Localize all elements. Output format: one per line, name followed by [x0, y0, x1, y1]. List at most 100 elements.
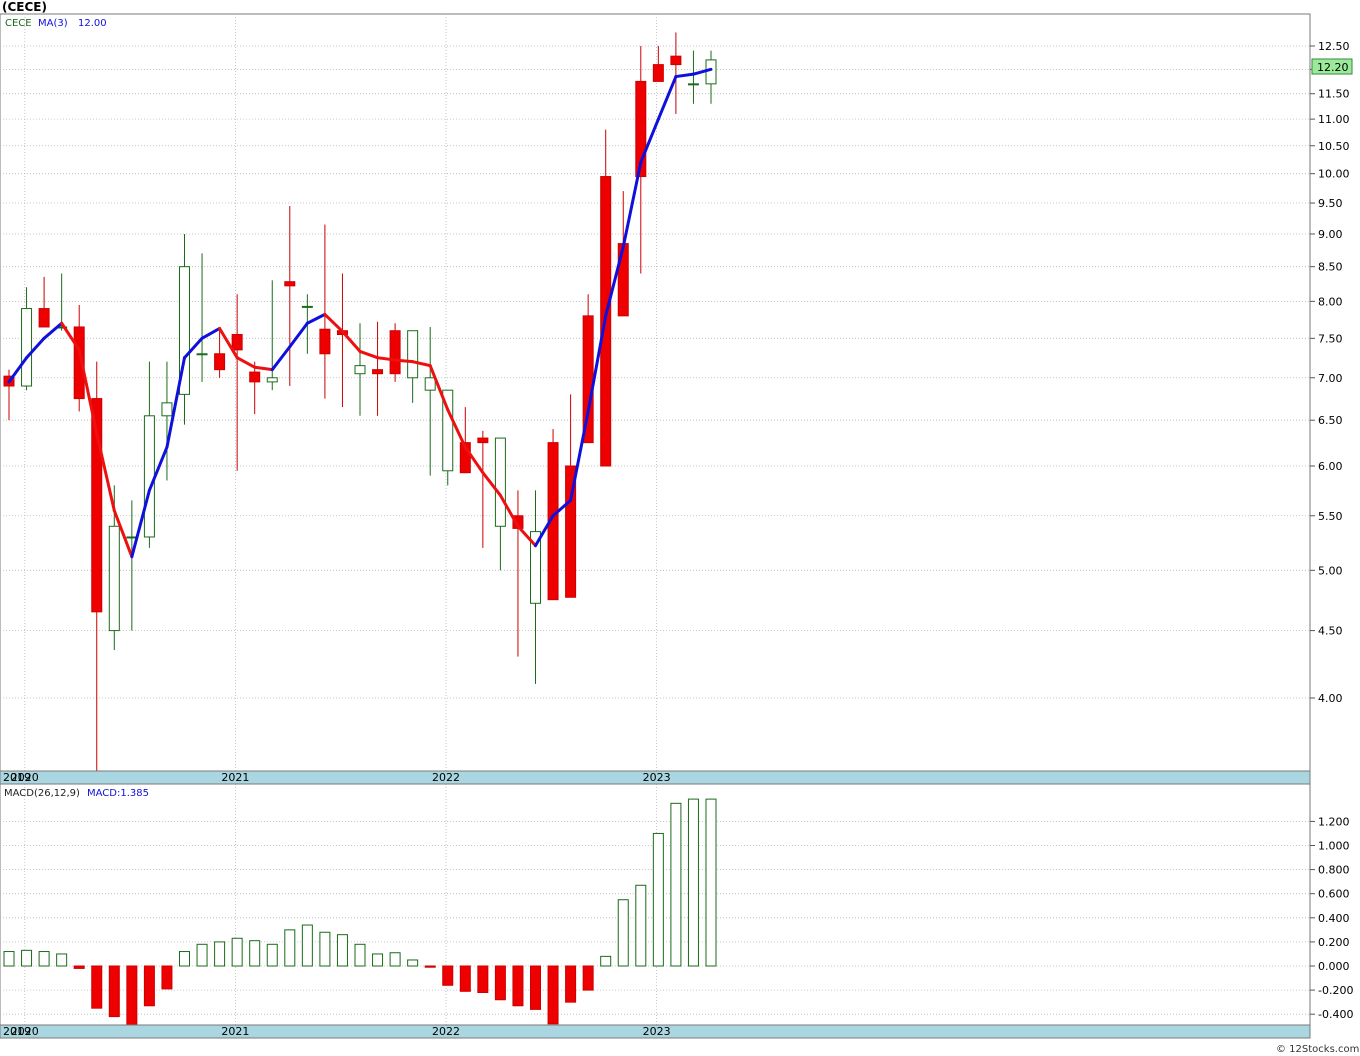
year-label: 2023: [643, 1025, 671, 1038]
watermark: © 12Stocks.com: [1276, 1044, 1359, 1055]
year-label: 2020: [11, 771, 39, 784]
candle-body: [670, 55, 682, 66]
price-tick-label: 11.00: [1318, 113, 1350, 126]
macd-tick-label: -0.200: [1318, 984, 1353, 997]
price-tick-label: 11.50: [1318, 88, 1350, 101]
macd-bar: [73, 965, 85, 969]
candle-body: [424, 377, 436, 391]
year-label: 2023: [643, 771, 671, 784]
candle-body: [266, 377, 278, 383]
candle-body: [372, 369, 384, 375]
legend-symbol: CECE: [5, 18, 32, 29]
candle-body: [494, 437, 506, 527]
candle-body: [38, 308, 50, 328]
candle-body: [231, 333, 243, 351]
candle-body: [21, 308, 33, 387]
macd-tick-label: 1.200: [1318, 815, 1350, 828]
price-tick-label: 12.50: [1318, 40, 1350, 53]
candle-body: [477, 437, 489, 444]
price-tick-label: 7.00: [1318, 372, 1343, 385]
price-tick-label: 8.50: [1318, 261, 1343, 274]
macd-tick-label: 0.200: [1318, 936, 1350, 949]
year-label: 2022: [432, 1025, 460, 1038]
macd-bar: [652, 832, 664, 967]
price-tick-label: 10.50: [1318, 140, 1350, 153]
price-tick-label: 5.00: [1318, 564, 1343, 577]
price-tick-label: 4.00: [1318, 692, 1343, 705]
macd-bar: [56, 953, 68, 967]
ma-segment: [393, 358, 415, 364]
candle-body: [705, 59, 717, 85]
macd-bar: [249, 940, 261, 967]
candle-body: [687, 83, 699, 86]
last-price-label: 12.20: [1317, 61, 1349, 74]
macd-bar: [582, 965, 594, 991]
macd-bar: [21, 949, 33, 967]
candle-body: [249, 371, 261, 383]
macd-bar: [565, 965, 577, 1003]
year-label: 2021: [221, 771, 249, 784]
macd-bar: [635, 884, 647, 967]
macd-bar: [214, 941, 226, 967]
macd-bar: [424, 965, 436, 968]
macd-bar: [389, 952, 401, 967]
year-label: 2022: [432, 771, 460, 784]
macd-bar: [126, 965, 138, 1027]
price-tick-label: 6.00: [1318, 460, 1343, 473]
macd-bar: [600, 955, 612, 967]
chart-title: (CECE): [2, 0, 47, 14]
price-tick-label: 8.00: [1318, 295, 1343, 308]
legend-ma-value: 12.00: [78, 18, 107, 29]
candle-body: [389, 330, 401, 375]
macd-bar: [407, 959, 419, 967]
stock-chart: 4.00 4.50 5.00 5.50 6.00 6.50 7.00 7.50 8.00 8.50…: [0, 0, 1359, 1055]
price-tick-label: 9.00: [1318, 228, 1343, 241]
macd-tick-label: -0.400: [1318, 1008, 1353, 1021]
macd-legend-value: MACD:1.385: [87, 788, 149, 799]
year-label: 2020: [11, 1025, 39, 1038]
macd-axis: -0.400 -0.200 0.000 0.200 0.400 0.600 0.800 1.0…: [1310, 815, 1353, 1021]
macd-bar: [442, 965, 454, 986]
macd-bar: [161, 965, 173, 990]
macd-bar: [38, 951, 50, 967]
price-tick-label: 10.00: [1318, 168, 1350, 181]
candle-body: [196, 353, 208, 356]
macd-bar: [477, 965, 489, 994]
candle-body: [407, 330, 419, 379]
legend-ma: MA(3): [38, 18, 68, 29]
candle-body: [284, 281, 296, 287]
macd-legend-name: MACD(26,12,9): [4, 788, 80, 799]
macd-bar: [372, 953, 384, 967]
macd-bar: [284, 929, 296, 967]
macd-bar: [459, 965, 471, 992]
macd-bar: [179, 951, 190, 967]
price-tick-label: 6.50: [1318, 414, 1343, 427]
candle-body: [301, 305, 313, 308]
macd-bar: [231, 937, 243, 967]
macd-bar: [336, 934, 348, 967]
macd-bar: [494, 965, 506, 1001]
candle-body: [143, 415, 155, 538]
candle-body: [617, 243, 629, 317]
macd-bar: [617, 899, 629, 967]
candle-body: [108, 525, 120, 632]
macd-bar: [547, 965, 559, 1025]
macd-bar: [354, 943, 366, 967]
macd-bar: [670, 802, 682, 967]
price-tick-label: 5.50: [1318, 510, 1343, 523]
year-label: 2021: [221, 1025, 249, 1038]
price-tick-label: 4.50: [1318, 625, 1343, 638]
macd-tick-label: 0.600: [1318, 888, 1350, 901]
macd-tick-label: 1.000: [1318, 840, 1350, 853]
macd-bar: [512, 965, 524, 1007]
macd-bar: [319, 931, 331, 967]
candle-body: [214, 353, 226, 371]
candle-body: [652, 64, 664, 82]
macd-tick-label: 0.400: [1318, 912, 1350, 925]
macd-bar: [266, 943, 278, 967]
price-axis: 4.00 4.50 5.00 5.50 6.00 6.50 7.00 7.50 8.00 8.50…: [1310, 40, 1350, 705]
macd-tick-label: 0.000: [1318, 960, 1350, 973]
macd-bar: [196, 943, 208, 967]
macd-bar: [705, 798, 717, 967]
macd-bar: [530, 965, 541, 1010]
